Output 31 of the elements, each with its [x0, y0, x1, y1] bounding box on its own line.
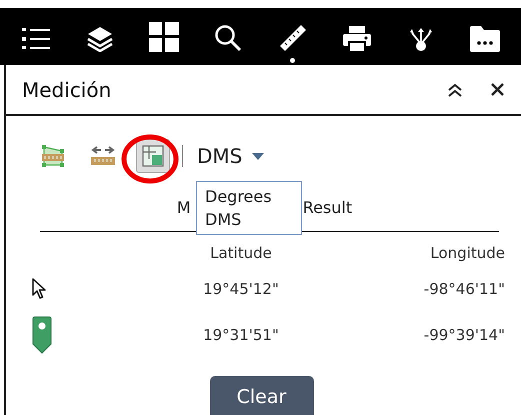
location-measure-icon [142, 145, 164, 167]
printer-icon [342, 26, 371, 52]
area-measure-icon [40, 143, 66, 169]
folder-icon [470, 26, 500, 52]
column-header: Longitude [429, 244, 505, 262]
measure-tool-button[interactable] [136, 139, 170, 173]
close-icon [490, 83, 504, 96]
latitude-cell-text: 19°31'51" [202, 326, 280, 344]
highlight-circle [120, 133, 180, 185]
layers-icon [87, 26, 114, 52]
column-header: Latitude [209, 244, 273, 262]
search-icon [214, 24, 242, 52]
caret-icon [252, 152, 264, 160]
list-icon [22, 26, 50, 52]
share-icon [408, 28, 434, 52]
panel-title: Medición [22, 78, 112, 102]
latitude-cell-text: 19°45'12" [202, 280, 280, 298]
result-title: M [176, 198, 191, 217]
longitude-cell-text: -98°46'11" [422, 280, 505, 298]
map-pin-icon [32, 316, 52, 354]
clear-button[interactable]: Clear [210, 376, 314, 415]
distance-measure-icon [90, 144, 116, 168]
grid-icon [149, 22, 180, 52]
ruler-icon [278, 24, 307, 52]
cursor-icon [32, 278, 48, 300]
result-title: Result [302, 198, 352, 217]
dropdown-option[interactable]: DMS [197, 208, 301, 231]
double-chevron-up-icon [447, 82, 463, 96]
dropdown-option[interactable]: Degrees [197, 185, 301, 208]
unit-dropdown[interactable]: DMS [197, 144, 264, 168]
longitude-cell-text: -99°39'14" [422, 326, 505, 344]
